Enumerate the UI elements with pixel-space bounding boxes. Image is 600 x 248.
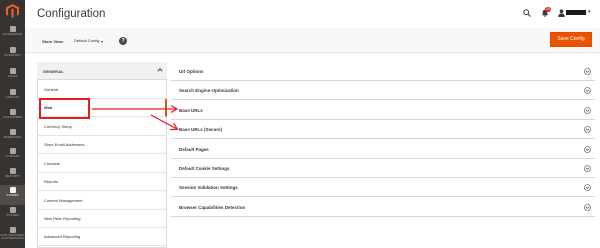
search-icon[interactable]	[523, 9, 531, 17]
chevron-circle-down-icon[interactable]	[584, 87, 591, 94]
nav-item-marketing[interactable]: MARKETING	[0, 127, 25, 147]
nav-item-stores[interactable]: STORES	[0, 185, 25, 205]
help-icon[interactable]: ?	[119, 37, 127, 45]
chevron-up-icon[interactable]	[157, 67, 163, 73]
chevron-down-icon[interactable]: ▾	[588, 9, 591, 15]
section-browser-capabilities-detection[interactable]: Browser Capabilities Detection	[171, 198, 595, 217]
nav-label: SALES	[7, 75, 18, 78]
nav-label: SYSTEM	[6, 214, 19, 217]
tab-reports[interactable]: Reports	[37, 173, 167, 191]
nav-label: DASHBOARD	[2, 33, 22, 36]
section-default-pages[interactable]: Default Pages	[171, 140, 595, 159]
nav-item-system[interactable]: SYSTEM	[0, 205, 25, 225]
nav-label: STORES	[6, 194, 19, 197]
nav-label: CONTENT	[5, 155, 20, 158]
magento-logo-icon[interactable]	[6, 4, 19, 18]
partners-icon	[9, 227, 16, 233]
section-base-urls-secure[interactable]: Base URLs (Secure)	[171, 120, 595, 139]
section-title: Base URLs (Secure)	[179, 127, 223, 132]
nav-item-inventory[interactable]: INVENTORY	[0, 45, 25, 65]
nav-item-partners[interactable]: FIND PARTNERS & EXTENSIONS	[0, 225, 25, 248]
tab-label: New Relic Reporting	[44, 216, 81, 221]
tab-content-management[interactable]: Content Management	[37, 192, 167, 210]
tab-label: Currency Setup	[44, 124, 72, 129]
nav-item-sales[interactable]: SALES	[0, 66, 25, 86]
user-name-redacted[interactable]	[566, 10, 586, 15]
system-icon	[9, 207, 16, 213]
notification-badge[interactable]: 10	[545, 7, 551, 12]
section-title: Default Cookie Settings	[179, 166, 230, 171]
annotation-highlight-box	[39, 98, 90, 119]
chevron-circle-down-icon[interactable]	[584, 204, 591, 211]
nav-label: REPORTS	[5, 175, 20, 178]
catalog-icon	[9, 89, 16, 95]
inventory-icon	[9, 47, 16, 53]
stores-icon	[9, 187, 16, 193]
chevron-circle-down-icon[interactable]	[584, 146, 591, 153]
tab-contacts[interactable]: Contacts	[37, 155, 167, 173]
section-url-options[interactable]: Url Options	[171, 62, 595, 81]
tab-label: Store Email Addresses	[44, 142, 85, 147]
section-title: Base URLs	[179, 108, 203, 113]
sales-icon	[9, 68, 16, 74]
section-default-cookie-settings[interactable]: Default Cookie Settings	[171, 159, 595, 178]
nav-item-catalog[interactable]: CATALOG	[0, 87, 25, 107]
admin-sidebar: DASHBOARD INVENTORY SALES CATALOG CUSTOM…	[0, 0, 25, 248]
section-title: Session Validation Settings	[179, 185, 238, 190]
nav-item-customers[interactable]: CUSTOMERS	[0, 107, 25, 127]
tab-label: Content Management	[44, 198, 83, 203]
content-icon	[9, 148, 16, 154]
dashboard-icon	[9, 26, 16, 32]
section-title: Default Pages	[179, 147, 209, 152]
user-icon[interactable]	[558, 9, 565, 17]
tab-label: Contacts	[44, 161, 60, 166]
store-view-label: Store View:	[42, 39, 64, 44]
page-title: Configuration	[37, 8, 106, 20]
chevron-circle-down-icon[interactable]	[584, 107, 591, 114]
tab-currency-setup[interactable]: Currency Setup	[37, 118, 167, 136]
tab-label: Reports	[44, 179, 59, 184]
chevron-down-icon[interactable]: ▾	[101, 39, 103, 44]
tab-new-relic-reporting[interactable]: New Relic Reporting	[37, 210, 167, 228]
tab-group-label: GENERAL	[43, 69, 64, 74]
tab-store-email-addresses[interactable]: Store Email Addresses	[37, 136, 167, 154]
tab-general[interactable]: General	[37, 81, 167, 99]
reports-icon	[9, 168, 16, 174]
nav-label: INVENTORY	[3, 54, 22, 57]
nav-item-content[interactable]: CONTENT	[0, 146, 25, 166]
section-title: Url Options	[179, 69, 204, 74]
nav-label: CUSTOMERS	[2, 116, 23, 119]
tab-label: General	[44, 87, 59, 92]
marketing-icon	[9, 129, 16, 135]
save-config-button[interactable]: Save Config	[550, 32, 592, 47]
chevron-circle-down-icon[interactable]	[584, 184, 591, 191]
chevron-circle-down-icon[interactable]	[584, 126, 591, 133]
nav-label: FIND PARTNERS & EXTENSIONS	[0, 234, 25, 241]
section-base-urls[interactable]: Base URLs	[171, 101, 595, 120]
nav-item-reports[interactable]: REPORTS	[0, 166, 25, 186]
section-session-validation-settings[interactable]: Session Validation Settings	[171, 178, 595, 197]
nav-item-dashboard[interactable]: DASHBOARD	[0, 24, 25, 44]
store-view-bar	[25, 28, 600, 53]
nav-label: CATALOG	[5, 96, 20, 99]
nav-label: MARKETING	[3, 136, 22, 139]
section-title: Search Engine Optimization	[179, 88, 239, 93]
customers-icon	[9, 109, 16, 115]
section-search-engine-optimization[interactable]: Search Engine Optimization	[171, 81, 595, 100]
section-title: Browser Capabilities Detection	[179, 205, 246, 210]
tab-advanced-reporting[interactable]: Advanced Reporting	[37, 228, 167, 246]
tab-label: Advanced Reporting	[44, 234, 81, 239]
chevron-circle-down-icon[interactable]	[584, 165, 591, 172]
chevron-circle-down-icon[interactable]	[584, 68, 591, 75]
